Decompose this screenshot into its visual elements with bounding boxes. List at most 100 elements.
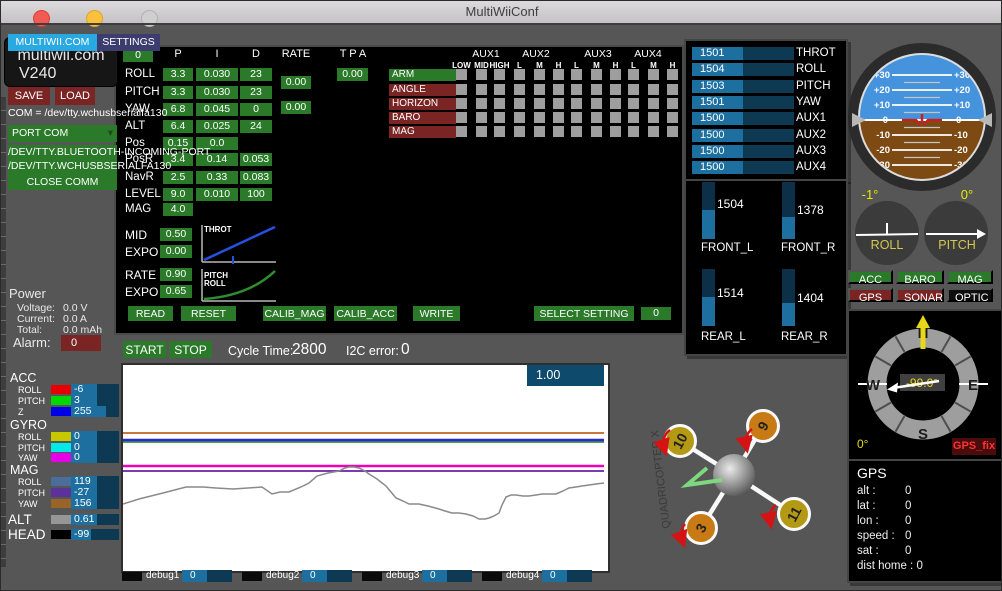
sensor-mag-button[interactable]: MAG bbox=[947, 270, 993, 284]
start-button[interactable]: START bbox=[123, 341, 166, 358]
aux-checkbox[interactable] bbox=[494, 84, 505, 95]
mode-arm[interactable]: ARM bbox=[389, 69, 456, 81]
aux-checkbox[interactable] bbox=[534, 98, 545, 109]
aux-checkbox[interactable] bbox=[514, 98, 525, 109]
aux-checkbox[interactable] bbox=[456, 69, 467, 80]
aux-checkbox[interactable] bbox=[553, 126, 564, 137]
aux-checkbox[interactable] bbox=[571, 126, 582, 137]
port-item-wchusbserial[interactable]: /DEV/TTY.WCHUSBSERIALFA130 bbox=[8, 159, 117, 173]
aux-checkbox[interactable] bbox=[628, 126, 639, 137]
aux-checkbox[interactable] bbox=[553, 69, 564, 80]
aux-checkbox[interactable] bbox=[667, 126, 678, 137]
aux-checkbox[interactable] bbox=[476, 98, 487, 109]
aux-checkbox[interactable] bbox=[571, 69, 582, 80]
alarm-value[interactable]: 0 bbox=[61, 335, 101, 351]
aux-checkbox[interactable] bbox=[494, 112, 505, 123]
close-comm-button[interactable]: CLOSE COMM bbox=[8, 173, 117, 190]
aux-checkbox[interactable] bbox=[456, 126, 467, 137]
aux-checkbox[interactable] bbox=[476, 112, 487, 123]
tab-settings[interactable]: SETTINGS bbox=[97, 34, 160, 51]
aux-checkbox[interactable] bbox=[571, 98, 582, 109]
aux-checkbox[interactable] bbox=[610, 112, 621, 123]
write-button[interactable]: WRITE bbox=[413, 306, 460, 321]
aux-checkbox[interactable] bbox=[628, 69, 639, 80]
svg-text:+10: +10 bbox=[954, 100, 970, 111]
aux-checkbox[interactable] bbox=[591, 84, 602, 95]
graph-scale[interactable]: 1.00 bbox=[527, 365, 604, 386]
sensor-acc-button[interactable]: ACC bbox=[848, 270, 893, 284]
aux-checkbox[interactable] bbox=[514, 84, 525, 95]
rate-value-box[interactable]: 0.90 bbox=[160, 268, 192, 281]
expo2-value-box[interactable]: 0.65 bbox=[160, 285, 192, 298]
aux-checkbox[interactable] bbox=[514, 126, 525, 137]
mode-mag[interactable]: MAG bbox=[389, 126, 456, 138]
aux-checkbox[interactable] bbox=[610, 84, 621, 95]
reset-button[interactable]: RESET bbox=[181, 306, 236, 321]
mode-baro[interactable]: BARO bbox=[389, 112, 456, 124]
port-item-bluetooth[interactable]: /DEV/TTY.BLUETOOTH-INCOMING-PORT bbox=[8, 145, 117, 159]
port-com-dropdown[interactable]: PORT COM ▾ bbox=[8, 125, 117, 142]
aux-checkbox[interactable] bbox=[591, 126, 602, 137]
aux-checkbox[interactable] bbox=[534, 126, 545, 137]
aux-checkbox[interactable] bbox=[610, 69, 621, 80]
sensor-gps-button[interactable]: GPS bbox=[848, 288, 893, 302]
aux-checkbox[interactable] bbox=[591, 98, 602, 109]
aux-checkbox[interactable] bbox=[628, 84, 639, 95]
aux-checkbox[interactable] bbox=[648, 98, 659, 109]
select-setting-value[interactable]: 0 bbox=[641, 307, 671, 320]
aux-checkbox[interactable] bbox=[553, 98, 564, 109]
aux-checkbox[interactable] bbox=[476, 84, 487, 95]
aux-checkbox[interactable] bbox=[571, 112, 582, 123]
aux-checkbox[interactable] bbox=[648, 84, 659, 95]
tab-multiwii-com[interactable]: MULTIWII.COM bbox=[8, 34, 97, 51]
aux-checkbox[interactable] bbox=[514, 112, 525, 123]
aux-checkbox[interactable] bbox=[514, 69, 525, 80]
calib-acc-button[interactable]: CALIB_ACC bbox=[334, 306, 397, 321]
aux-checkbox[interactable] bbox=[667, 98, 678, 109]
rc-throt-bar: 1501 bbox=[692, 47, 794, 60]
aux-checkbox[interactable] bbox=[648, 69, 659, 80]
aux-checkbox[interactable] bbox=[628, 98, 639, 109]
save-button[interactable]: SAVE bbox=[8, 87, 50, 105]
aux-checkbox[interactable] bbox=[553, 84, 564, 95]
aux-checkbox[interactable] bbox=[476, 126, 487, 137]
aux-checkbox[interactable] bbox=[667, 84, 678, 95]
mode-angle[interactable]: ANGLE bbox=[389, 84, 456, 96]
select-setting-button[interactable]: SELECT SETTING bbox=[534, 306, 634, 321]
load-button[interactable]: LOAD bbox=[55, 87, 95, 105]
aux-checkbox[interactable] bbox=[476, 69, 487, 80]
aux-checkbox[interactable] bbox=[667, 69, 678, 80]
sensor-baro-button[interactable]: BARO bbox=[896, 270, 944, 284]
aux-checkbox[interactable] bbox=[534, 84, 545, 95]
aux-checkbox[interactable] bbox=[534, 112, 545, 123]
rear-left-motor-bar bbox=[702, 269, 715, 326]
expo-value-box[interactable]: 0.00 bbox=[160, 245, 192, 258]
aux-checkbox[interactable] bbox=[456, 84, 467, 95]
aux-checkbox[interactable] bbox=[553, 112, 564, 123]
aux-checkbox[interactable] bbox=[628, 112, 639, 123]
aux-checkbox[interactable] bbox=[534, 69, 545, 80]
aux-checkbox[interactable] bbox=[494, 69, 505, 80]
expo2-label: EXPO bbox=[125, 285, 158, 299]
calib-mag-button[interactable]: CALIB_MAG bbox=[263, 306, 326, 321]
mode-horizon[interactable]: HORIZON bbox=[389, 98, 456, 110]
sensor-sonar-button[interactable]: SONAR bbox=[896, 288, 944, 302]
aux-checkbox[interactable] bbox=[571, 84, 582, 95]
aux-checkbox[interactable] bbox=[667, 112, 678, 123]
aux-checkbox[interactable] bbox=[591, 112, 602, 123]
aux-checkbox[interactable] bbox=[494, 126, 505, 137]
aux-checkbox[interactable] bbox=[610, 98, 621, 109]
aux-checkbox[interactable] bbox=[648, 112, 659, 123]
aux-checkbox[interactable] bbox=[610, 126, 621, 137]
read-button[interactable]: READ bbox=[128, 306, 173, 321]
aux-checkbox[interactable] bbox=[456, 112, 467, 123]
aux-checkbox[interactable] bbox=[456, 98, 467, 109]
head-swatch bbox=[51, 530, 71, 539]
acc-z-label: Z bbox=[18, 407, 24, 417]
aux-checkbox[interactable] bbox=[591, 69, 602, 80]
aux-checkbox[interactable] bbox=[494, 98, 505, 109]
stop-button[interactable]: STOP bbox=[169, 341, 212, 358]
mid-value-box[interactable]: 0.50 bbox=[160, 228, 192, 241]
aux-checkbox[interactable] bbox=[648, 126, 659, 137]
sensor-optic-button[interactable]: OPTIC bbox=[947, 288, 993, 302]
